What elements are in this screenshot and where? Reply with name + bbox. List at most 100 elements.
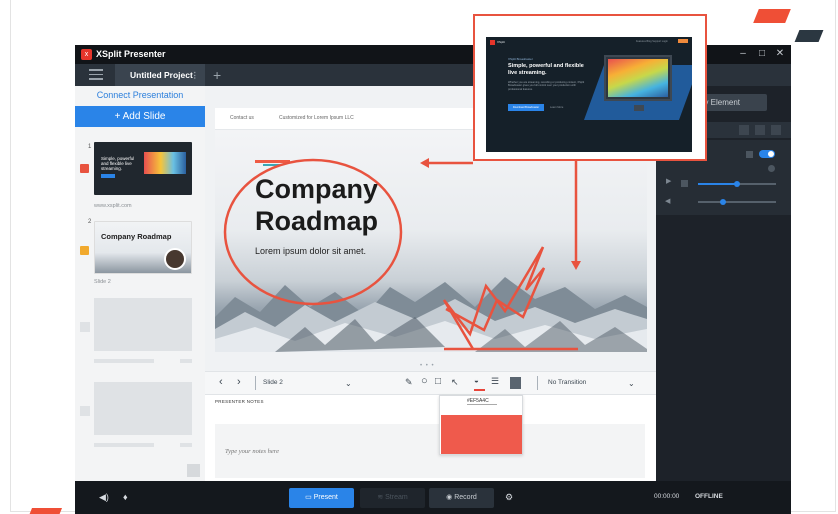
slide-number: 1	[88, 144, 92, 150]
tab-options-icon[interactable]: ⋮	[191, 64, 200, 86]
pen-icon[interactable]: ✎	[405, 377, 413, 388]
present-label: Present	[313, 494, 338, 501]
notes-input[interactable]	[215, 424, 645, 478]
speaker-icon[interactable]: ◀)	[99, 492, 109, 503]
gear-icon[interactable]: ⚙	[505, 492, 513, 503]
panel-option-icon[interactable]	[755, 125, 765, 135]
panel-option-icon[interactable]	[771, 125, 781, 135]
xsplit-logo-icon	[490, 40, 495, 45]
slide-header-contact: Contact us	[230, 115, 254, 121]
slide-thumbnail-2[interactable]: Company Roadmap	[94, 221, 192, 274]
site-brand: XSplit	[497, 40, 505, 44]
playback-slider-fill	[698, 183, 736, 185]
site-body: Whether you are streaming, recording or …	[508, 81, 585, 91]
tab-untitled-project[interactable]: Untitled Project ⋮	[115, 64, 205, 86]
chevron-down-icon[interactable]: ⌄	[345, 379, 352, 388]
circle-icon[interactable]: ○	[421, 375, 428, 387]
volume-slider-track[interactable]	[698, 201, 776, 203]
monitor-graphic	[604, 55, 672, 101]
site-nav-button	[678, 39, 688, 43]
fill-color-indicator	[474, 389, 485, 391]
slide-caption: Slide 2	[94, 279, 111, 285]
line-weight-icon[interactable]: ☰	[491, 376, 499, 387]
slide-thumbnail-1[interactable]: Simple, powerful and flexible live strea…	[94, 142, 192, 195]
webcam-toggle[interactable]	[759, 150, 775, 158]
placeholder-caption	[180, 443, 192, 447]
notes-label: PRESENTER NOTES	[215, 399, 264, 404]
microphone-icon[interactable]: ♦	[123, 492, 128, 502]
thumb-button	[101, 174, 115, 178]
website-preview-callout: XSplit Features Blog Support Login XSpli…	[473, 14, 707, 161]
lock-icon[interactable]	[746, 151, 753, 158]
slide-title: Company Roadmap	[255, 174, 379, 236]
sidebar-scroll-corner	[187, 464, 200, 477]
thumb-headline: Simple, powerful and flexible live strea…	[101, 156, 135, 171]
maximize-button[interactable]: □	[755, 48, 769, 59]
presenter-notes-panel: PRESENTER NOTES	[205, 395, 656, 481]
chevron-down-icon[interactable]: ⌄	[628, 379, 635, 388]
placeholder-slide	[94, 382, 192, 435]
toolbar-divider	[537, 376, 538, 390]
volume-slider-knob[interactable]	[720, 199, 726, 205]
transition-dropdown[interactable]: No Transition	[548, 379, 586, 386]
title-accent-line	[255, 160, 290, 163]
slide-toolbar: ‹ › Slide 2 ⌄ ✎ ○ □ ↖ ◒ ☰ No Transition …	[205, 371, 656, 395]
present-button[interactable]: ▭ Present	[289, 488, 354, 508]
playback-slider-knob[interactable]	[734, 181, 740, 187]
hamburger-menu-icon[interactable]	[89, 69, 103, 81]
close-button[interactable]: ✕	[773, 48, 787, 59]
presentation-slide-icon	[80, 246, 89, 255]
placeholder-caption	[180, 359, 192, 363]
webcam-avatar	[164, 248, 186, 270]
current-slide[interactable]: Company Roadmap Lorem ipsum dolor sit am…	[215, 130, 647, 352]
elapsed-time: 00:00:00	[654, 493, 680, 500]
volume-icon[interactable]: ◀	[665, 197, 670, 205]
stream-button[interactable]: ≋ Stream	[360, 488, 425, 508]
title-accent-line	[263, 164, 281, 166]
rectangle-icon[interactable]: □	[435, 376, 441, 387]
gear-icon[interactable]	[768, 165, 775, 172]
slide-name-dropdown[interactable]: Slide 2	[263, 379, 283, 386]
app-title: XSplit Presenter	[96, 49, 166, 59]
site-secondary-cta: Learn More	[550, 106, 564, 109]
bottom-bar: ◀) ♦ ▭ Present ≋ Stream ◉ Record ⚙ 00:00…	[75, 481, 791, 514]
minimize-button[interactable]: –	[736, 48, 750, 59]
xsplit-logo-icon: x	[81, 49, 92, 60]
slide-header-customized: Customized for Lorem Ipsum LLC	[279, 115, 354, 121]
notes-toggle-icon[interactable]	[510, 377, 521, 389]
pointer-icon[interactable]: ↖	[451, 377, 459, 388]
slides-sidebar: Connect Presentation + Add Slide 1 Simpl…	[75, 86, 205, 481]
tutorial-canvas: x XSplit Presenter – □ ✕ Untitled Projec…	[0, 0, 838, 514]
record-button[interactable]: ◉ Record	[429, 488, 494, 508]
next-slide-button[interactable]: ›	[237, 376, 241, 388]
slide-caption: www.xsplit.com	[94, 203, 132, 209]
add-slide-button[interactable]: + Add Slide	[75, 106, 205, 127]
color-swatch[interactable]	[441, 415, 522, 454]
status-badge: OFFLINE	[695, 493, 723, 500]
tab-label: Untitled Project	[130, 70, 193, 80]
stream-label: Stream	[385, 494, 408, 501]
site-nav: Features Blog Support Login	[636, 40, 668, 43]
color-picker-popup: #EF5A4C	[439, 395, 523, 455]
placeholder-slide	[94, 298, 192, 351]
website-preview: XSplit Features Blog Support Login XSpli…	[486, 37, 692, 152]
panel-option-icon[interactable]	[739, 125, 749, 135]
placeholder-icon	[80, 406, 90, 416]
fill-color-icon[interactable]: ◒	[474, 376, 479, 385]
placeholder-caption	[94, 443, 154, 447]
thumb-image	[144, 152, 186, 174]
placeholder-caption	[94, 359, 154, 363]
thumb-title: Company Roadmap	[101, 232, 172, 241]
site-tag: XSplit Broadcaster	[508, 57, 533, 61]
connect-presentation-link[interactable]: Connect Presentation	[75, 90, 205, 100]
add-tab-button[interactable]: +	[213, 67, 221, 83]
decorative-dark-stripe	[794, 30, 824, 42]
resize-handle[interactable]: • • •	[420, 363, 435, 369]
slide-subtitle: Lorem ipsum dolor sit amet.	[255, 246, 367, 256]
previous-slide-button[interactable]: ‹	[219, 376, 223, 388]
play-icon[interactable]: ▶	[666, 177, 671, 185]
stop-icon[interactable]	[681, 180, 688, 187]
site-cta: Download Broadcaster	[508, 104, 544, 111]
site-headline: Simple, powerful and flexible live strea…	[508, 63, 584, 76]
color-hex-value[interactable]: #EF5A4C	[467, 398, 497, 405]
